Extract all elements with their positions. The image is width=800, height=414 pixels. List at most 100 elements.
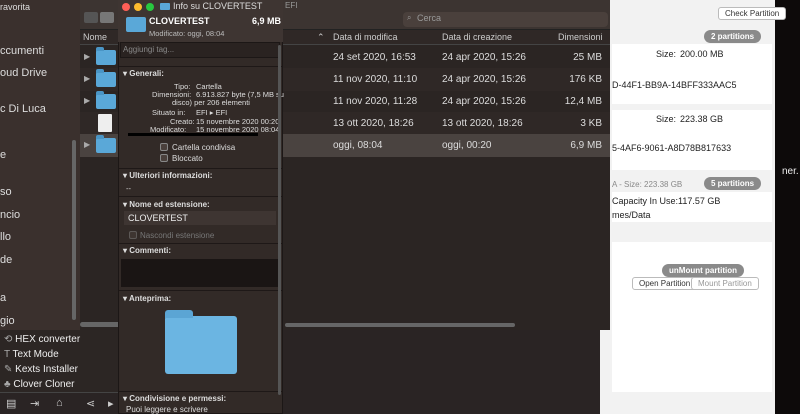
created-cell: 24 apr 2020, 15:26: [442, 74, 526, 85]
item-name: CLOVERTEST: [149, 16, 210, 26]
tool-text-mode[interactable]: T Text Mode: [4, 349, 59, 360]
window-title: EFI: [285, 1, 298, 10]
folder-icon: [96, 91, 116, 109]
disclosure-icon[interactable]: ▶: [84, 96, 90, 105]
divider: [119, 243, 282, 244]
partition-card-2[interactable]: Size: 223.38 GB 5-4AF6-9061-A8D78B817633: [612, 110, 772, 170]
section-label: Commenti:: [129, 246, 172, 255]
sidebar-item[interactable]: gio: [0, 315, 15, 327]
comments-textarea[interactable]: [121, 259, 281, 287]
column-created[interactable]: Data di creazione: [442, 32, 512, 42]
hide-extension-checkbox[interactable]: [129, 231, 137, 239]
more-info-section-title[interactable]: ▾ Ulteriori informazioni:: [123, 171, 212, 180]
comments-section-title[interactable]: ▾ Commenti:: [123, 246, 171, 255]
sharing-section-title[interactable]: ▾ Condivisione e permessi:: [123, 394, 226, 403]
locked-checkbox[interactable]: [160, 154, 168, 162]
sidebar-item-favorites[interactable]: ravorita: [0, 2, 30, 12]
sidebar-item-icloud[interactable]: oud Drive: [0, 67, 47, 79]
sidebar-item[interactable]: e: [0, 149, 6, 161]
share-icon[interactable]: ⋖: [86, 397, 95, 410]
section-label: Anteprima:: [128, 294, 172, 303]
folder-icon: [126, 17, 146, 32]
sidebar-item[interactable]: so: [0, 186, 12, 198]
mount-path: mes/Data: [612, 210, 651, 220]
divider: [119, 168, 282, 169]
horizontal-scrollbar[interactable]: [285, 323, 515, 327]
sidebar-item[interactable]: llo: [0, 231, 11, 243]
tool-icon[interactable]: ▤: [6, 397, 16, 410]
search-icon: ⌕: [407, 13, 412, 22]
sidebar-item[interactable]: de: [0, 254, 12, 266]
unmount-partition-button[interactable]: unMount partition: [662, 264, 744, 277]
disclosure-icon[interactable]: ▶: [84, 74, 90, 83]
name-input[interactable]: CLOVERTEST: [124, 211, 276, 225]
text-icon: T: [4, 349, 10, 360]
divider: [119, 290, 282, 291]
minimize-button[interactable]: [134, 3, 142, 11]
tags-input[interactable]: Aggiungi tag...: [120, 42, 280, 58]
disk-info-card: Capacity In Use: 117.57 GB mes/Data: [612, 192, 772, 222]
location-value: EFI ▸ EFI: [196, 108, 228, 117]
size-cell: 12,4 MB: [564, 96, 602, 107]
sort-chevron-icon[interactable]: ⌃: [317, 32, 325, 43]
background-edge: [775, 0, 800, 414]
section-label: Generali:: [129, 69, 164, 78]
general-section-title[interactable]: ▾ Generali:: [123, 69, 164, 78]
modified-line: Modificato: oggi, 08:04: [149, 29, 225, 38]
wrench-icon: ✎: [4, 364, 13, 375]
search-input[interactable]: ⌕ Cerca: [403, 12, 608, 27]
more-info-value: --: [126, 184, 131, 193]
info-scrollbar[interactable]: [278, 45, 281, 395]
side-text: ner.: [782, 166, 799, 177]
disclosure-icon[interactable]: ▶: [84, 52, 90, 61]
partition-card-1[interactable]: Size: 200.00 MB D-44F1-BB9A-14BFF333AAC5: [612, 44, 772, 104]
folder-icon: [160, 3, 170, 10]
section-label: Nome ed estensione:: [129, 200, 210, 209]
sidebar-item[interactable]: ncio: [0, 209, 20, 221]
capacity-value: 117.57 GB: [678, 196, 721, 206]
tool-kexts-installer[interactable]: ✎ Kexts Installer: [4, 364, 78, 375]
modified-cell: 11 nov 2020, 11:28: [333, 96, 418, 107]
sidebar-scrollbar[interactable]: [72, 140, 76, 320]
mount-partition-button[interactable]: Mount Partition: [691, 277, 759, 290]
home-icon[interactable]: ⌂: [56, 397, 63, 409]
size-label: Size:: [656, 114, 677, 124]
name-input-value: CLOVERTEST: [128, 213, 188, 223]
uuid-text: 5-4AF6-9061-A8D78B817633: [612, 143, 732, 153]
check-partition-button[interactable]: Check Partition: [718, 7, 787, 20]
size-label: Size:: [656, 49, 677, 59]
sidebar-item[interactable]: a: [0, 292, 6, 304]
more-icon[interactable]: ▸: [108, 397, 114, 410]
tool-hex-converter[interactable]: ⟲ HEX converter: [4, 334, 80, 345]
list-view-button[interactable]: [100, 12, 114, 23]
section-label: Condivisione e permessi:: [129, 394, 227, 403]
tool-label: Clover Cloner: [13, 379, 75, 390]
name-extension-section-title[interactable]: ▾ Nome ed estensione:: [123, 200, 210, 209]
dimensions-value-2: disco) per 206 elementi: [172, 98, 250, 107]
size-value: 200.00 MB: [680, 49, 724, 59]
info-window-title: Info su CLOVERTEST: [173, 1, 263, 11]
icon-view-button[interactable]: [84, 12, 98, 23]
size-cell: 176 KB: [569, 74, 602, 85]
folder-icon: [96, 47, 116, 65]
sharing-value: Puoi leggere e scrivere: [126, 405, 208, 414]
export-icon[interactable]: ⇥: [30, 397, 39, 410]
column-modified[interactable]: Data di modifica: [333, 32, 398, 42]
sidebar-item-user[interactable]: c Di Luca: [0, 103, 46, 115]
tool-label: HEX converter: [15, 334, 81, 345]
hide-extension-label: Nascondi estensione: [140, 231, 215, 240]
shared-folder-checkbox[interactable]: [160, 143, 168, 151]
zoom-button[interactable]: [146, 3, 154, 11]
size-cell: 3 KB: [580, 118, 602, 129]
open-partition-button[interactable]: Open Partition: [632, 277, 698, 290]
column-name[interactable]: Nome: [83, 32, 107, 42]
bottom-toolbar: ▤ ⇥ ⌂ ⋖ ▸: [0, 392, 118, 414]
folder-icon: [96, 135, 116, 153]
close-button[interactable]: [122, 3, 130, 11]
modified-cell: 11 nov 2020, 11:10: [333, 74, 418, 85]
tool-clover-cloner[interactable]: ♣ Clover Cloner: [4, 379, 74, 390]
disclosure-icon[interactable]: ▶: [84, 140, 90, 149]
column-size[interactable]: Dimensioni: [558, 32, 603, 42]
sidebar-item-documents[interactable]: ccumenti: [0, 45, 44, 57]
preview-section-title[interactable]: ▾ Anteprima:: [123, 294, 171, 303]
